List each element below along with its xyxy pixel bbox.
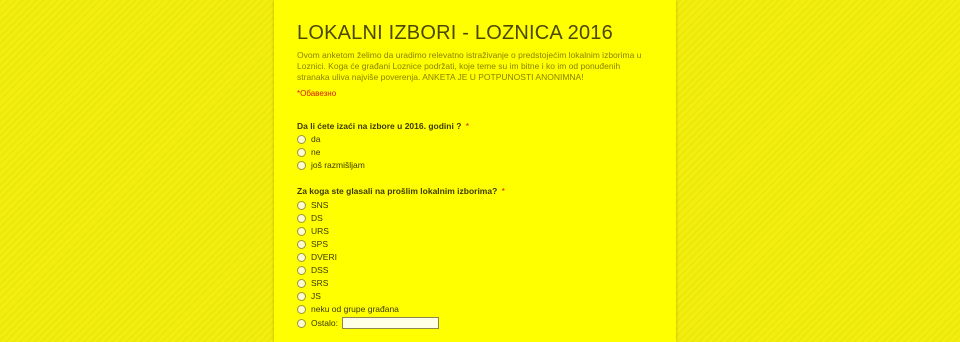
question-1-title: Da li ćete izaći na izbore u 2016. godin… bbox=[297, 121, 469, 131]
option-label: DSS bbox=[311, 265, 329, 275]
option-label: SPS bbox=[311, 239, 329, 249]
option-label: DS bbox=[311, 213, 323, 223]
required-note: *Обавезно bbox=[297, 89, 337, 98]
q2-option-ds[interactable]: DS bbox=[297, 212, 323, 224]
q1-option-ne[interactable]: ne bbox=[297, 146, 320, 158]
q2-option-sps[interactable]: SPS bbox=[297, 238, 328, 250]
radio-button[interactable] bbox=[297, 160, 306, 170]
option-label: DVERI bbox=[311, 252, 337, 262]
radio-button[interactable] bbox=[297, 213, 306, 223]
option-label: Ostalo: bbox=[311, 318, 338, 328]
question-2-title: Za koga ste glasali na prošlim lokalnim … bbox=[297, 186, 505, 196]
radio-button[interactable] bbox=[297, 134, 306, 144]
option-label: SNS bbox=[311, 200, 329, 210]
radio-button[interactable] bbox=[297, 147, 306, 157]
question-2-label: Za koga ste glasali na prošlim lokalnim … bbox=[297, 186, 498, 196]
required-star: * bbox=[465, 121, 470, 131]
option-label: SRS bbox=[311, 278, 329, 288]
radio-button[interactable] bbox=[297, 278, 306, 288]
q2-option-sns[interactable]: SNS bbox=[297, 199, 328, 211]
radio-button[interactable] bbox=[297, 226, 306, 236]
radio-button[interactable] bbox=[297, 252, 306, 262]
q2-option-ostalo[interactable]: Ostalo: bbox=[297, 317, 439, 329]
radio-button[interactable] bbox=[297, 239, 306, 249]
radio-button[interactable] bbox=[297, 200, 306, 210]
option-label: da bbox=[311, 134, 321, 144]
option-label: URS bbox=[311, 226, 329, 236]
required-star: * bbox=[501, 186, 505, 196]
radio-button[interactable] bbox=[297, 265, 306, 275]
form-description: Ovom anketom želimo da uradimo relevatno… bbox=[297, 50, 642, 82]
option-label: JS bbox=[311, 291, 321, 301]
q1-option-da[interactable]: da bbox=[297, 133, 320, 145]
option-label: ne bbox=[311, 147, 321, 157]
form-title: LOKALNI IZBORI - LOZNICA 2016 bbox=[297, 22, 613, 44]
option-label: još razmišljam bbox=[311, 160, 365, 170]
other-text-input[interactable] bbox=[341, 317, 439, 329]
q2-option-js[interactable]: JS bbox=[297, 290, 321, 302]
radio-button[interactable] bbox=[297, 318, 306, 328]
q2-option-grupa-gradjana[interactable]: neku od grupe građana bbox=[297, 303, 399, 315]
q2-option-urs[interactable]: URS bbox=[297, 225, 329, 237]
q2-option-srs[interactable]: SRS bbox=[297, 277, 328, 289]
q2-option-dveri[interactable]: DVERI bbox=[297, 251, 337, 263]
q2-option-dss[interactable]: DSS bbox=[297, 264, 328, 276]
question-1-label: Da li ćete izaći na izbore u 2016. godin… bbox=[297, 121, 462, 131]
option-label: neku od grupe građana bbox=[311, 304, 399, 314]
radio-button[interactable] bbox=[297, 291, 306, 301]
form-card: LOKALNI IZBORI - LOZNICA 2016 Ovom anket… bbox=[274, 0, 676, 342]
radio-button[interactable] bbox=[297, 304, 306, 314]
q1-option-jos-razmisljam[interactable]: još razmišljam bbox=[297, 159, 365, 171]
